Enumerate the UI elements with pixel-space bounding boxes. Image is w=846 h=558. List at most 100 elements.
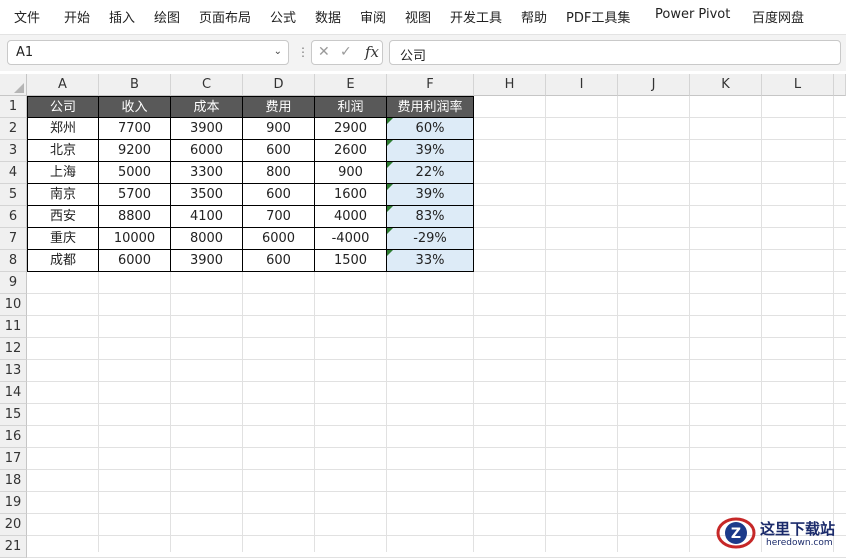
menu-tab[interactable]: 公式 <box>270 7 296 26</box>
table-cell[interactable]: 郑州 <box>27 118 99 140</box>
table-cell[interactable]: 重庆 <box>27 228 99 250</box>
table-cell[interactable]: 9200 <box>99 140 171 162</box>
table-cell[interactable]: 1600 <box>315 184 387 206</box>
menu-tab[interactable]: 帮助 <box>521 7 547 26</box>
table-cell[interactable]: -29% <box>387 228 474 250</box>
table-cell[interactable]: 5000 <box>99 162 171 184</box>
name-box[interactable]: A1 ⌄ <box>7 40 289 65</box>
table-cell[interactable]: 60% <box>387 118 474 140</box>
table-cell[interactable]: 10000 <box>99 228 171 250</box>
row-header[interactable]: 15 <box>0 404 27 426</box>
insert-function-icon[interactable]: fx <box>365 43 379 61</box>
table-cell[interactable]: 北京 <box>27 140 99 162</box>
cancel-icon[interactable]: ✕ <box>318 44 330 60</box>
menu-tab[interactable]: 数据 <box>315 7 341 26</box>
column-header[interactable]: J <box>618 74 690 96</box>
table-cell[interactable]: 3500 <box>171 184 243 206</box>
row-header[interactable]: 10 <box>0 294 27 316</box>
row-header[interactable]: 18 <box>0 470 27 492</box>
column-header[interactable]: H <box>474 74 546 96</box>
table-cell[interactable]: 成都 <box>27 250 99 272</box>
select-all-corner[interactable] <box>0 74 27 96</box>
check-icon[interactable]: ✓ <box>340 44 352 60</box>
row-header[interactable]: 13 <box>0 360 27 382</box>
menu-tab[interactable]: PDF工具集 <box>566 7 630 26</box>
table-cell[interactable]: -4000 <box>315 228 387 250</box>
row-header[interactable]: 17 <box>0 448 27 470</box>
error-indicator-icon[interactable] <box>387 118 393 124</box>
column-header[interactable]: F <box>387 74 474 96</box>
table-cell[interactable]: 1500 <box>315 250 387 272</box>
column-header[interactable]: E <box>315 74 387 96</box>
table-header-cell[interactable]: 成本 <box>171 96 243 118</box>
table-cell[interactable]: 700 <box>243 206 315 228</box>
menu-tab[interactable]: 开发工具 <box>450 7 502 26</box>
row-header[interactable]: 8 <box>0 250 27 272</box>
menu-tab[interactable]: 文件 <box>14 7 40 26</box>
menu-tab[interactable]: Power Pivot <box>655 7 730 22</box>
table-cell[interactable]: 5700 <box>99 184 171 206</box>
row-header[interactable]: 2 <box>0 118 27 140</box>
menu-tab[interactable]: 开始 <box>64 7 90 26</box>
table-cell[interactable]: 900 <box>315 162 387 184</box>
table-cell[interactable]: 39% <box>387 184 474 206</box>
table-header-cell[interactable]: 利润 <box>315 96 387 118</box>
table-header-cell[interactable]: 公司 <box>27 96 99 118</box>
menu-tab[interactable]: 审阅 <box>360 7 386 26</box>
table-cell[interactable]: 上海 <box>27 162 99 184</box>
menu-tab[interactable]: 百度网盘 <box>752 7 804 26</box>
table-cell[interactable]: 900 <box>243 118 315 140</box>
table-header-cell[interactable]: 收入 <box>99 96 171 118</box>
row-header[interactable]: 3 <box>0 140 27 162</box>
error-indicator-icon[interactable] <box>387 162 393 168</box>
row-header[interactable]: 20 <box>0 514 27 536</box>
table-cell[interactable]: 2600 <box>315 140 387 162</box>
column-header[interactable]: C <box>171 74 243 96</box>
menu-tab[interactable]: 页面布局 <box>199 7 251 26</box>
table-cell[interactable]: 4100 <box>171 206 243 228</box>
row-header[interactable]: 9 <box>0 272 27 294</box>
more-options-icon[interactable]: ⋮ <box>297 45 309 59</box>
table-cell[interactable]: 西安 <box>27 206 99 228</box>
error-indicator-icon[interactable] <box>387 140 393 146</box>
row-header[interactable]: 5 <box>0 184 27 206</box>
table-cell[interactable]: 83% <box>387 206 474 228</box>
table-cell[interactable]: 39% <box>387 140 474 162</box>
column-header[interactable]: K <box>690 74 762 96</box>
table-cell[interactable]: 7700 <box>99 118 171 140</box>
row-header[interactable]: 4 <box>0 162 27 184</box>
row-header[interactable]: 1 <box>0 96 27 118</box>
table-cell[interactable]: 6000 <box>171 140 243 162</box>
column-header[interactable]: B <box>99 74 171 96</box>
table-header-cell[interactable]: 费用利润率 <box>387 96 474 118</box>
table-cell[interactable]: 600 <box>243 250 315 272</box>
menu-tab[interactable]: 插入 <box>109 7 135 26</box>
menu-tab[interactable]: 视图 <box>405 7 431 26</box>
row-header[interactable]: 11 <box>0 316 27 338</box>
row-header[interactable]: 12 <box>0 338 27 360</box>
column-header[interactable]: L <box>762 74 834 96</box>
row-header[interactable]: 6 <box>0 206 27 228</box>
error-indicator-icon[interactable] <box>387 228 393 234</box>
column-header[interactable]: D <box>243 74 315 96</box>
table-cell[interactable]: 3900 <box>171 250 243 272</box>
table-cell[interactable]: 600 <box>243 184 315 206</box>
table-cell[interactable]: 22% <box>387 162 474 184</box>
table-cell[interactable]: 6000 <box>243 228 315 250</box>
menu-tab[interactable]: 绘图 <box>154 7 180 26</box>
row-header[interactable]: 19 <box>0 492 27 514</box>
column-header[interactable]: A <box>27 74 99 96</box>
table-cell[interactable]: 4000 <box>315 206 387 228</box>
row-header[interactable]: 16 <box>0 426 27 448</box>
column-header[interactable]: I <box>546 74 618 96</box>
table-cell[interactable]: 600 <box>243 140 315 162</box>
table-cell[interactable]: 33% <box>387 250 474 272</box>
formula-input[interactable]: 公司 <box>389 40 841 65</box>
row-header[interactable]: 21 <box>0 536 27 558</box>
table-cell[interactable]: 南京 <box>27 184 99 206</box>
table-cell[interactable]: 3300 <box>171 162 243 184</box>
table-header-cell[interactable]: 费用 <box>243 96 315 118</box>
chevron-down-icon[interactable]: ⌄ <box>274 46 282 57</box>
table-cell[interactable]: 8800 <box>99 206 171 228</box>
row-header[interactable]: 14 <box>0 382 27 404</box>
